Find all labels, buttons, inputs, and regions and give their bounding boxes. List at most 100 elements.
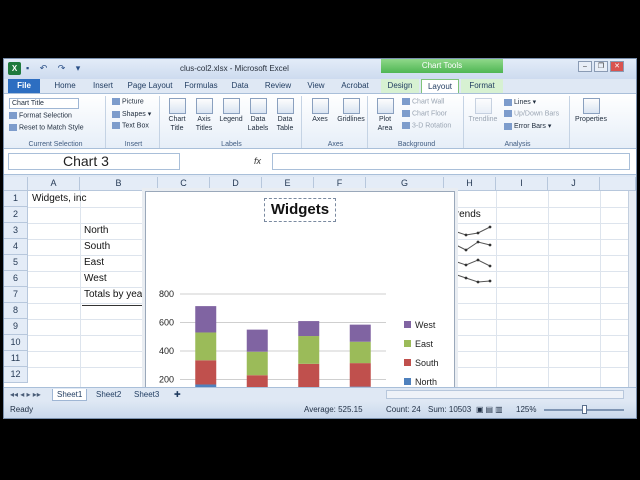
column-header[interactable]: G xyxy=(366,177,444,191)
sparkline-north[interactable] xyxy=(452,223,494,237)
column-header[interactable]: E xyxy=(262,177,314,191)
row-header[interactable]: 5 xyxy=(4,255,28,271)
legend-swatch-north[interactable] xyxy=(404,378,411,385)
tab-formulas[interactable]: Formulas xyxy=(180,79,222,93)
row-header[interactable]: 6 xyxy=(4,271,28,287)
close-icon[interactable]: ✕ xyxy=(610,61,624,72)
column-header[interactable]: C xyxy=(158,177,210,191)
restore-icon[interactable]: ❐ xyxy=(594,61,608,72)
bar-east-2012[interactable] xyxy=(349,341,371,364)
row-header[interactable]: 11 xyxy=(4,351,28,367)
cell-b5[interactable]: East xyxy=(84,257,104,268)
axes-button[interactable]: Axes xyxy=(306,98,334,124)
tab-view[interactable]: View xyxy=(302,79,330,93)
sheet-tab-2[interactable]: Sheet2 xyxy=(92,389,125,401)
excel-icon[interactable]: X xyxy=(8,62,21,75)
legend-swatch-south[interactable] xyxy=(404,359,411,366)
data-labels-button[interactable]: Data Labels xyxy=(245,98,271,133)
bar-west-2009[interactable] xyxy=(195,306,217,333)
row-header[interactable]: 3 xyxy=(4,223,28,239)
zoom-level[interactable]: 125% xyxy=(516,405,536,414)
chart-object[interactable]: Widgets 02004006008002009201020112012Wes… xyxy=(145,191,456,419)
chart-floor-button[interactable]: Chart Floor xyxy=(402,110,447,117)
bar-west-2011[interactable] xyxy=(298,321,320,337)
row-header[interactable]: 8 xyxy=(4,303,28,319)
legend-entry-east[interactable]: East xyxy=(415,339,434,349)
updown-bars-button[interactable]: Up/Down Bars xyxy=(504,110,559,117)
cell-a1[interactable]: Widgets, inc xyxy=(32,193,86,204)
rotation-button[interactable]: 3-D Rotation xyxy=(402,122,451,129)
bar-east-2009[interactable] xyxy=(195,332,217,361)
format-selection-button[interactable]: Format Selection xyxy=(9,112,72,119)
bar-east-2011[interactable] xyxy=(298,336,320,364)
legend-entry-west[interactable]: West xyxy=(415,320,436,330)
bar-south-2009[interactable] xyxy=(195,360,217,385)
bar-south-2012[interactable] xyxy=(349,363,371,387)
chart-elements-dropdown[interactable]: Chart Title xyxy=(9,98,79,109)
column-header[interactable]: I xyxy=(496,177,548,191)
sparkline-south[interactable] xyxy=(452,239,494,253)
tab-data[interactable]: Data xyxy=(226,79,254,93)
horizontal-scrollbar[interactable] xyxy=(386,390,624,399)
row-header[interactable]: 4 xyxy=(4,239,28,255)
bar-east-2010[interactable] xyxy=(246,351,268,376)
insert-function-icon[interactable]: fx xyxy=(254,156,261,166)
sheet-tab-3[interactable]: Sheet3 xyxy=(130,389,163,401)
legend-entry-north[interactable]: North xyxy=(415,377,437,387)
trendline-button[interactable]: Trendline xyxy=(468,98,498,124)
vertical-scrollbar[interactable] xyxy=(628,191,636,387)
column-header[interactable]: D xyxy=(210,177,262,191)
plot-area-button[interactable]: Plot Area xyxy=(372,98,398,133)
tab-insert[interactable]: Insert xyxy=(86,79,120,93)
tab-format[interactable]: Format xyxy=(461,79,503,93)
column-header[interactable]: H xyxy=(444,177,496,191)
new-sheet-icon[interactable]: ✚ xyxy=(170,389,185,401)
view-buttons-icon[interactable]: ▣▤▥ xyxy=(476,405,505,414)
sparkline-east[interactable] xyxy=(452,255,494,269)
minimize-icon[interactable]: – xyxy=(578,61,592,72)
row-header[interactable]: 10 xyxy=(4,335,28,351)
row-header[interactable]: 1 xyxy=(4,191,28,207)
properties-button[interactable]: Properties xyxy=(574,98,608,124)
legend-button[interactable]: Legend xyxy=(218,98,244,124)
tab-review[interactable]: Review xyxy=(260,79,296,93)
shapes-button[interactable]: Shapes ▾ xyxy=(112,110,151,118)
axis-titles-button[interactable]: Axis Titles xyxy=(191,98,217,133)
tab-file[interactable]: File xyxy=(8,79,40,93)
row-header[interactable]: 9 xyxy=(4,319,28,335)
zoom-slider-handle[interactable] xyxy=(582,405,587,414)
select-all-corner[interactable] xyxy=(4,177,28,191)
legend-swatch-west[interactable] xyxy=(404,321,411,328)
sparkline-west[interactable] xyxy=(452,271,494,285)
cell-b3[interactable]: North xyxy=(84,225,108,236)
chart-plot-area[interactable]: 02004006008002009201020112012WestEastSou… xyxy=(146,192,456,419)
name-box[interactable]: Chart 3 xyxy=(8,153,180,170)
formula-input[interactable] xyxy=(272,153,630,170)
row-header[interactable]: 2 xyxy=(4,207,28,223)
tab-page-layout[interactable]: Page Layout xyxy=(124,79,176,93)
column-header[interactable]: A xyxy=(28,177,80,191)
chart-wall-button[interactable]: Chart Wall xyxy=(402,98,444,105)
reset-style-button[interactable]: Reset to Match Style xyxy=(9,124,84,131)
chart-title-button[interactable]: Chart Title xyxy=(164,98,190,133)
cell-b6[interactable]: West xyxy=(84,273,107,284)
legend-entry-south[interactable]: South xyxy=(415,358,439,368)
sheet-nav-icon[interactable]: ◂◂ ◂ ▸ ▸▸ xyxy=(6,389,45,401)
textbox-button[interactable]: Text Box xyxy=(112,122,149,129)
error-bars-button[interactable]: Error Bars ▾ xyxy=(504,122,551,130)
row-header[interactable]: 12 xyxy=(4,367,28,383)
data-table-button[interactable]: Data Table xyxy=(272,98,298,133)
bar-west-2012[interactable] xyxy=(349,324,371,342)
sheet-tab-1[interactable]: Sheet1 xyxy=(52,389,88,401)
tab-acrobat[interactable]: Acrobat xyxy=(336,79,374,93)
row-header[interactable]: 7 xyxy=(4,287,28,303)
bar-west-2010[interactable] xyxy=(246,329,268,352)
lines-button[interactable]: Lines ▾ xyxy=(504,98,536,106)
gridlines-button[interactable]: Gridlines xyxy=(335,98,367,124)
tab-layout[interactable]: Layout xyxy=(421,79,459,93)
tab-home[interactable]: Home xyxy=(48,79,82,93)
tab-design[interactable]: Design xyxy=(381,79,419,93)
column-header[interactable]: F xyxy=(314,177,366,191)
column-header[interactable]: J xyxy=(548,177,600,191)
legend-swatch-east[interactable] xyxy=(404,340,411,347)
